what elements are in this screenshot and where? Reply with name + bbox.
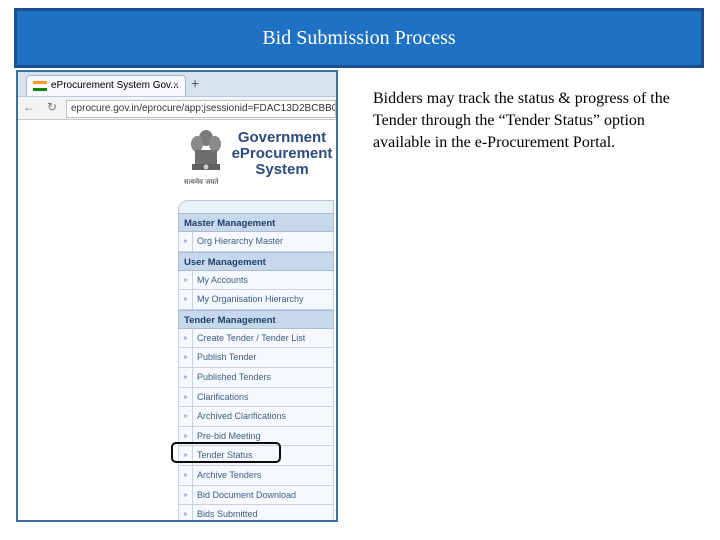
- menu-item-label: Archived Clarifications: [197, 411, 287, 422]
- portal-header: सत्यमेव जयते Government eProcurement Sys…: [18, 120, 336, 190]
- menu-item-published-tenders[interactable]: » Published Tenders: [178, 367, 334, 388]
- menu-item-archive-tenders[interactable]: » Archive Tenders: [178, 465, 334, 486]
- menu-section-tender-management[interactable]: Tender Management: [178, 309, 334, 329]
- bullet-icon: »: [179, 348, 193, 367]
- menu-item-label: Publish Tender: [197, 352, 257, 363]
- close-icon[interactable]: ×: [173, 76, 179, 96]
- india-flag-icon: [33, 81, 47, 91]
- browser-tab[interactable]: eProcurement System Gov... ×: [26, 75, 186, 96]
- portal-screenshot: eProcurement System Gov... × + ← ↻ eproc…: [16, 70, 338, 522]
- menu-section-user-management[interactable]: User Management: [178, 251, 334, 271]
- address-bar-row: ← ↻ eprocure.gov.in/eprocure/app;jsessio…: [18, 97, 336, 120]
- menu-item-label: Archive Tenders: [197, 469, 262, 480]
- menu-item-archived-clarifications[interactable]: » Archived Clarifications: [178, 407, 334, 427]
- menu-item-label: Published Tenders: [197, 371, 271, 382]
- brand-line: eProcurement: [231, 145, 333, 162]
- new-tab-button[interactable]: +: [191, 75, 199, 91]
- brand-line: System: [255, 161, 309, 178]
- bullet-icon: »: [179, 505, 193, 520]
- menu-item-my-accounts[interactable]: » My Accounts: [178, 270, 334, 291]
- menu-item-label: My Organisation Hierarchy: [197, 294, 304, 305]
- menu-item-create-tender[interactable]: » Create Tender / Tender List: [178, 328, 334, 349]
- menu-item-label: My Accounts: [197, 274, 249, 285]
- menu-top-cap: [178, 200, 334, 213]
- reload-icon[interactable]: ↻: [44, 99, 60, 115]
- portal-brand: Government eProcurement System: [226, 129, 336, 178]
- bullet-icon: »: [179, 270, 193, 290]
- menu-item-org-hierarchy-master[interactable]: » Org Hierarchy Master: [178, 232, 334, 252]
- menu-item-label: Clarifications: [197, 391, 249, 402]
- bullet-icon: »: [179, 407, 193, 426]
- menu-section-master-management[interactable]: Master Management: [178, 213, 334, 232]
- bullet-icon: »: [179, 232, 193, 251]
- menu-item-label: Org Hierarchy Master: [197, 236, 284, 246]
- url-field[interactable]: eprocure.gov.in/eprocure/app;jsessionid=…: [66, 100, 336, 118]
- portal-menu: Master Management » Org Hierarchy Master…: [178, 200, 334, 520]
- bullet-icon: »: [179, 387, 193, 407]
- menu-item-clarifications[interactable]: » Clarifications: [178, 387, 334, 408]
- national-emblem-icon: [191, 130, 221, 170]
- browser-tab-title: eProcurement System Gov...: [51, 80, 179, 91]
- menu-item-label: Bid Document Download: [197, 489, 297, 500]
- slide-title-bar: Bid Submission Process: [14, 8, 704, 68]
- menu-item-bid-document-download[interactable]: » Bid Document Download: [178, 485, 334, 506]
- bullet-icon: »: [179, 485, 193, 505]
- browser-tab-strip: eProcurement System Gov... × +: [18, 72, 336, 97]
- bullet-icon: »: [179, 465, 193, 485]
- menu-item-label: Create Tender / Tender List: [197, 332, 306, 343]
- tender-status-highlight: [171, 442, 281, 463]
- menu-item-label: Bids Submitted: [197, 509, 258, 520]
- back-arrow-icon[interactable]: ←: [21, 99, 37, 115]
- slide-title: Bid Submission Process: [262, 27, 456, 49]
- bullet-icon: »: [179, 328, 193, 348]
- slide-description: Bidders may track the status & progress …: [373, 90, 670, 151]
- emblem-caption: सत्यमेव जयते: [184, 178, 219, 186]
- brand-line: Government: [237, 129, 327, 146]
- bullet-icon: »: [179, 290, 193, 309]
- bullet-icon: »: [179, 367, 193, 387]
- menu-item-my-organisation-hierarchy[interactable]: » My Organisation Hierarchy: [178, 290, 334, 310]
- menu-item-publish-tender[interactable]: » Publish Tender: [178, 348, 334, 368]
- menu-item-bids-submitted[interactable]: » Bids Submitted: [178, 505, 334, 520]
